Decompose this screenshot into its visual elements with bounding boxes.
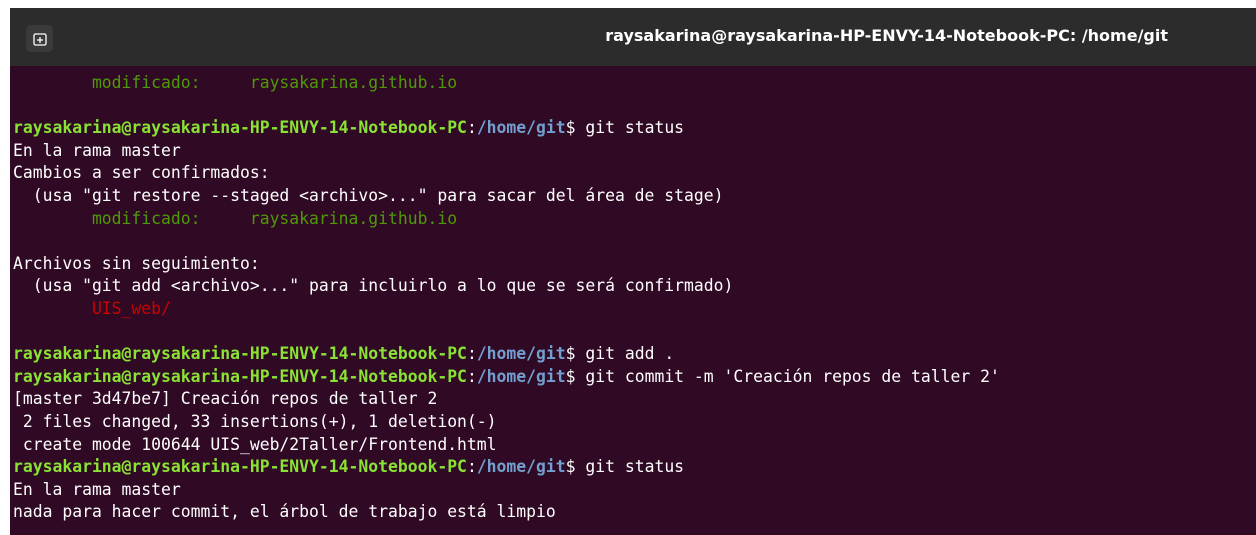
prompt-user-host: raysakarina@raysakarina-HP-ENVY-14-Noteb… — [13, 457, 467, 477]
prompt-path: /home/git — [476, 344, 566, 364]
prompt-symbol: $ — [565, 344, 586, 364]
output-line: (usa "git add <archivo>..." para incluir… — [13, 275, 1256, 298]
output-line: Cambios a ser confirmados: — [13, 162, 1256, 185]
untracked-file-line: UIS_web/ — [13, 298, 1256, 321]
prompt-colon: : — [466, 457, 477, 477]
output-line-text: nada para hacer commit, el árbol de trab… — [13, 502, 556, 522]
untracked-file-line-text: UIS_web/ — [13, 298, 171, 318]
prompt-path: /home/git — [476, 366, 566, 386]
staged-file-line: modificado: raysakarina.github.io — [13, 208, 1256, 231]
output-line: create mode 100644 UIS_web/2Taller/Front… — [13, 434, 1256, 457]
staged-file-line: modificado: raysakarina.github.io — [13, 72, 1256, 95]
output-line-text: 2 files changed, 33 insertions(+), 1 del… — [13, 411, 497, 431]
staged-file-line-text: modificado: raysakarina.github.io — [13, 73, 458, 92]
output-line-text: (usa "git restore --staged <archivo>..."… — [13, 185, 724, 205]
staged-file-line-text: modificado: raysakarina.github.io — [13, 208, 458, 228]
prompt-line: raysakarina@raysakarina-HP-ENVY-14-Noteb… — [13, 456, 1256, 479]
output-line: 2 files changed, 33 insertions(+), 1 del… — [13, 411, 1256, 434]
command-text: git status — [585, 118, 685, 138]
prompt-colon: : — [466, 366, 477, 386]
prompt-line: raysakarina@raysakarina-HP-ENVY-14-Noteb… — [13, 117, 1256, 140]
output-line-text: (usa "git add <archivo>..." para incluir… — [13, 276, 734, 296]
new-tab-button[interactable] — [26, 25, 53, 52]
prompt-path: /home/git — [476, 457, 566, 477]
output-line: [master 3d47be7] Creación repos de talle… — [13, 388, 1256, 411]
prompt-line: raysakarina@raysakarina-HP-ENVY-14-Noteb… — [13, 366, 1256, 389]
output-line: En la rama master — [13, 479, 1256, 502]
prompt-colon: : — [466, 344, 477, 364]
output-line: nada para hacer commit, el árbol de trab… — [13, 501, 1256, 524]
prompt-user-host: raysakarina@raysakarina-HP-ENVY-14-Noteb… — [13, 366, 467, 386]
command-text: git commit -m 'Creación repos de taller … — [585, 366, 1000, 386]
output-line: (usa "git restore --staged <archivo>..."… — [13, 185, 1256, 208]
prompt-user-host: raysakarina@raysakarina-HP-ENVY-14-Noteb… — [13, 118, 467, 138]
prompt-symbol: $ — [565, 457, 586, 477]
output-line: En la rama master — [13, 140, 1256, 163]
window-title: raysakarina@raysakarina-HP-ENVY-14-Noteb… — [605, 26, 1168, 45]
command-text: git add . — [585, 344, 675, 364]
output-line-text: En la rama master — [13, 140, 181, 160]
output-line-text: En la rama master — [13, 479, 181, 499]
terminal-output[interactable]: modificado: raysakarina.github.io raysak… — [13, 72, 1256, 535]
prompt-symbol: $ — [565, 366, 586, 386]
output-line-text: create mode 100644 UIS_web/2Taller/Front… — [13, 434, 497, 454]
title-bar: raysakarina@raysakarina-HP-ENVY-14-Noteb… — [10, 8, 1256, 66]
output-line-text: Cambios a ser confirmados: — [13, 163, 270, 183]
output-line-text: Archivos sin seguimiento: — [13, 253, 260, 273]
terminal-window: raysakarina@raysakarina-HP-ENVY-14-Noteb… — [10, 8, 1256, 535]
output-line-text: [master 3d47be7] Creación repos de talle… — [13, 389, 438, 409]
new-tab-icon — [32, 32, 47, 46]
output-line: Archivos sin seguimiento: — [13, 253, 1256, 276]
prompt-symbol: $ — [565, 118, 586, 138]
prompt-colon: : — [466, 118, 477, 138]
prompt-path: /home/git — [476, 118, 566, 138]
prompt-user-host: raysakarina@raysakarina-HP-ENVY-14-Noteb… — [13, 344, 467, 364]
prompt-line: raysakarina@raysakarina-HP-ENVY-14-Noteb… — [13, 343, 1256, 366]
command-text: git status — [585, 457, 685, 477]
